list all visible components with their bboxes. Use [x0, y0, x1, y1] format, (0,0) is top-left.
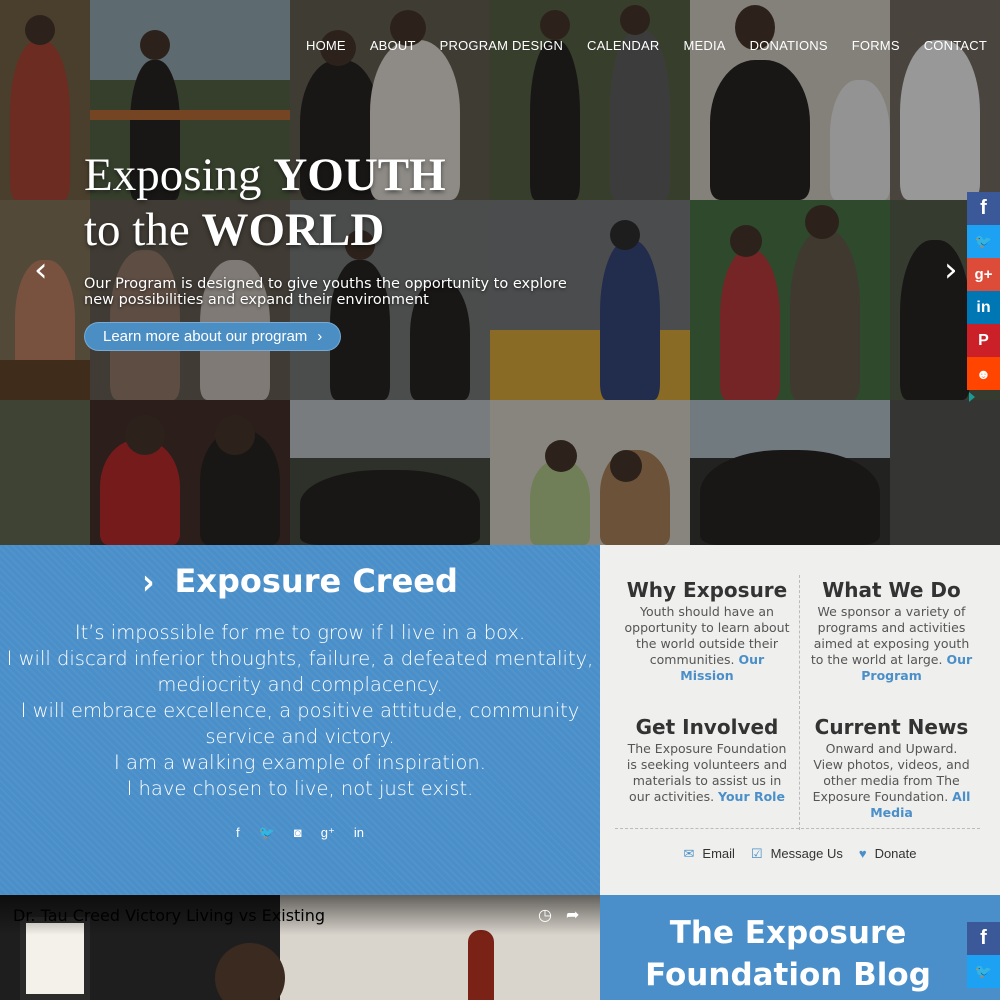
creed-line: It’s impossible for me to grow if I live… [74, 621, 526, 644]
chevron-right-icon: › [142, 561, 155, 604]
checkbox-edit-icon: ☑ [750, 846, 763, 861]
twitter-icon[interactable]: 🐦 [259, 825, 275, 841]
block-heading: Why Exposure [626, 578, 788, 602]
google-plus-icon[interactable]: g⁺ [321, 825, 335, 841]
creed-line: service and victory. [205, 725, 395, 748]
facebook-icon[interactable]: f [967, 922, 1000, 955]
linkedin-icon[interactable]: in [354, 825, 364, 841]
video-controls: ◷ ➦ [538, 905, 579, 924]
nav-program-design[interactable]: PROGRAM DESIGN [428, 38, 575, 53]
nav-home[interactable]: HOME [294, 38, 358, 53]
learn-more-label: Learn more about our program [103, 328, 308, 345]
message-label: Message Us [770, 846, 843, 861]
block-text: Onward and Upward. View photos, videos, … [812, 741, 970, 804]
nav-forms[interactable]: FORMS [840, 38, 912, 53]
twitter-icon[interactable]: 🐦 [967, 955, 1000, 988]
collapse-arrow-icon[interactable] [969, 392, 975, 402]
your-role-link[interactable]: Your Role [718, 789, 785, 804]
creed-title: › Exposure Creed [0, 562, 600, 604]
video-title[interactable]: Dr. Tau Creed Victory Living vs Existing [13, 906, 325, 925]
headline-word: WORLD [201, 204, 385, 256]
creed-text: It’s impossible for me to grow if I live… [0, 620, 600, 802]
instagram-icon[interactable]: ◙ [294, 825, 302, 841]
creed-line: mediocrity and complacency. [157, 673, 443, 696]
divider [615, 828, 980, 829]
message-us-action[interactable]: ☑ Message Us [751, 846, 843, 862]
learn-more-button[interactable]: Learn more about our program › [84, 322, 342, 351]
social-share-bar: f 🐦 [967, 922, 1000, 988]
current-news-block: Current News Onward and Upward. View pho… [810, 715, 973, 821]
email-action[interactable]: ✉ Email [684, 846, 735, 862]
headline-word: Exposing [84, 149, 262, 201]
slider-prev-arrow-icon[interactable]: ‹ [34, 253, 48, 287]
heart-icon: ♥ [858, 846, 867, 861]
nav-media[interactable]: MEDIA [671, 38, 737, 53]
google-plus-icon[interactable]: g+ [967, 258, 1000, 291]
creed-line: I have chosen to live, not just exist. [126, 777, 474, 800]
linkedin-icon[interactable]: in [967, 291, 1000, 324]
creed-line: I am a walking example of inspiration. [114, 751, 486, 774]
headline-word: to the [84, 204, 190, 256]
main-nav: HOME ABOUT PROGRAM DESIGN CALENDAR MEDIA… [294, 38, 999, 53]
why-exposure-block: Why Exposure Youth should have an opport… [622, 578, 792, 684]
share-icon[interactable]: ➦ [566, 905, 579, 924]
nav-donations[interactable]: DONATIONS [738, 38, 840, 53]
creed-line: I will embrace excellence, a positive at… [20, 699, 580, 722]
headline-word: YOUTH [273, 149, 446, 201]
reddit-icon[interactable]: ☻ [967, 357, 1000, 390]
twitter-icon[interactable]: 🐦 [967, 225, 1000, 258]
social-share-bar: f 🐦 g+ in P ☻ [967, 192, 1000, 402]
chevron-right-icon: › [317, 328, 323, 345]
block-heading: Current News [814, 715, 969, 739]
creed-line: I will discard inferior thoughts, failur… [6, 647, 594, 670]
video-statue [468, 930, 494, 1000]
facebook-icon[interactable]: f [967, 192, 1000, 225]
hero-subtitle: Our Program is designed to give youths t… [84, 276, 567, 308]
what-we-do-block: What We Do We sponsor a variety of progr… [810, 578, 973, 684]
pinterest-icon[interactable]: P [967, 324, 1000, 357]
watch-later-icon[interactable]: ◷ [538, 905, 552, 924]
block-heading: What We Do [822, 578, 961, 602]
blog-title[interactable]: The Exposure Foundation Blog [600, 912, 976, 996]
facebook-icon[interactable]: f [236, 825, 240, 841]
hero-banner [0, 0, 1000, 545]
block-text: Youth should have an opportunity to lear… [624, 604, 790, 667]
creed-social-links: f 🐦 ◙ g⁺ in [0, 825, 600, 841]
get-involved-block: Get Involved The Exposure Foundation is … [622, 715, 792, 805]
nav-about[interactable]: ABOUT [358, 38, 428, 53]
slider-next-arrow-icon[interactable]: › [944, 253, 958, 287]
donate-action[interactable]: ♥ Donate [859, 846, 917, 862]
hero-overlay [0, 0, 1000, 545]
envelope-icon: ✉ [683, 846, 695, 861]
nav-calendar[interactable]: CALENDAR [575, 38, 671, 53]
hero-headline: Exposing YOUTH to the WORLD [84, 148, 446, 258]
block-heading: Get Involved [635, 715, 779, 739]
nav-contact[interactable]: CONTACT [912, 38, 999, 53]
email-label: Email [702, 846, 735, 861]
creed-heading: Exposure Creed [174, 562, 458, 600]
contact-actions: ✉ Email ☑ Message Us ♥ Donate [600, 846, 1000, 862]
donate-label: Donate [874, 846, 917, 861]
divider [799, 575, 800, 830]
